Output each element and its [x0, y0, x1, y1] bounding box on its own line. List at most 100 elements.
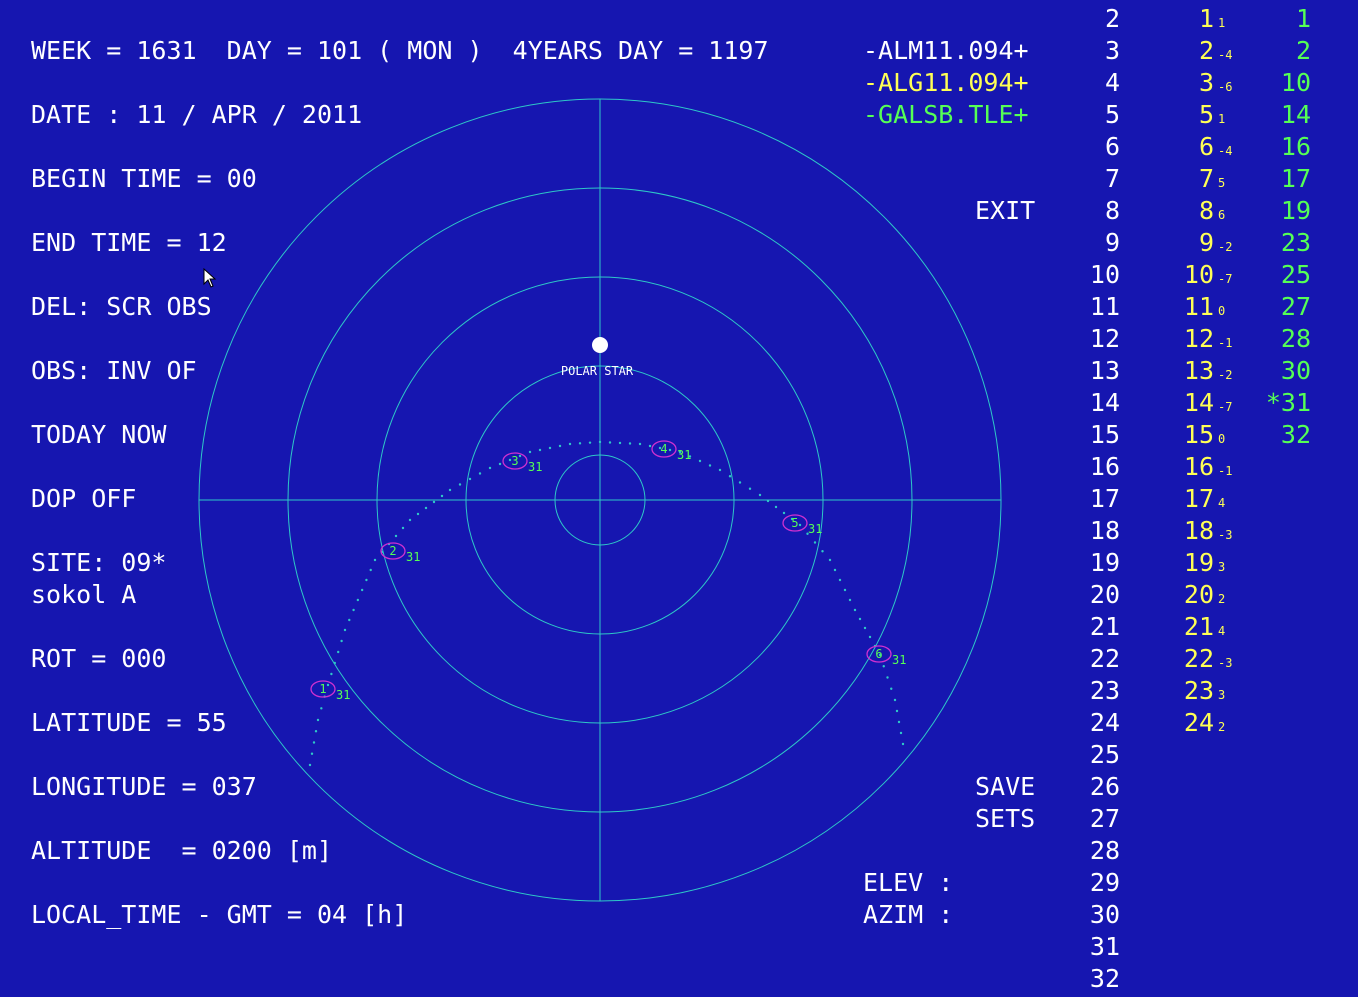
satellite-number: 21 [1183, 612, 1214, 641]
satellite-number-white[interactable]: 16 [1070, 451, 1120, 483]
sets-button[interactable]: SETS [975, 804, 1035, 834]
altitude[interactable]: ALTITUDE = 0200 [m] [31, 836, 332, 866]
satellite-number-white[interactable]: 25 [1070, 739, 1120, 771]
satellite-number-white[interactable]: 9 [1070, 227, 1120, 259]
satellite-number-white[interactable]: 12 [1070, 323, 1120, 355]
satellite-marker[interactable]: 4 31 [651, 440, 691, 462]
algorithm-file[interactable]: -ALG11.094+ [863, 68, 1029, 98]
begin-time[interactable]: BEGIN TIME = 00 [31, 164, 257, 194]
satellite-number-yellow[interactable]: 9 -2 [1170, 227, 1260, 259]
satellite-number-yellow[interactable]: 51 [1170, 99, 1260, 131]
satellite-number: 10 [1183, 260, 1214, 289]
satellite-number-white[interactable]: 3 [1070, 35, 1120, 67]
satellite-number-yellow[interactable]: 17 4 [1170, 483, 1260, 515]
satellite-number-yellow[interactable]: 22 -3 [1170, 643, 1260, 675]
satellite-number-yellow[interactable]: 6 -4 [1170, 131, 1260, 163]
satellite-number-green[interactable]: 19 [1255, 195, 1311, 227]
satellite-number-white[interactable]: 30 [1070, 899, 1120, 931]
satellite-number-white[interactable]: 13 [1070, 355, 1120, 387]
satellite-number-yellow[interactable]: 10 -7 [1170, 259, 1260, 291]
satellite-number-white[interactable]: 21 [1070, 611, 1120, 643]
satellite-number-white[interactable]: 28 [1070, 835, 1120, 867]
del-option[interactable]: DEL: SCR OBS [31, 292, 212, 322]
satellite-number-green[interactable]: 2 [1255, 35, 1311, 67]
galileo-tle-file[interactable]: -GALSB.TLE+ [863, 100, 1029, 130]
satellite-id: 3 [511, 454, 518, 468]
satellite-number-yellow[interactable]: 15 0 [1170, 419, 1260, 451]
end-time[interactable]: END TIME = 12 [31, 228, 227, 258]
satellite-number-green[interactable]: *31 [1255, 387, 1311, 419]
satellite-number-yellow[interactable]: 23 3 [1170, 675, 1260, 707]
today-now-button[interactable]: TODAY NOW [31, 420, 166, 450]
satellite-number-yellow[interactable]: 11 0 [1170, 291, 1260, 323]
satellite-number-yellow[interactable]: 21 4 [1170, 611, 1260, 643]
satellite-number-white[interactable]: 4 [1070, 67, 1120, 99]
satellite-number-white[interactable]: 6 [1070, 131, 1120, 163]
satellite-number-white[interactable]: 24 [1070, 707, 1120, 739]
satellite-number-yellow[interactable]: 3 -6 [1170, 67, 1260, 99]
almanac-file[interactable]: -ALM11.094+ [863, 36, 1029, 66]
satellite-number-white[interactable]: 29 [1070, 867, 1120, 899]
satellite-list-yellow[interactable]: 1 1 2 -4 3 -6 5 1 6 -4 7 5 8 6 9 -2 10 -7 11 0 12 -1 13 -2 14 -7 1… [1170, 3, 1260, 739]
satellite-number-yellow[interactable]: 2 -4 [1170, 35, 1260, 67]
satellite-number-yellow[interactable]: 75 [1170, 163, 1260, 195]
satellite-number-yellow[interactable]: 16 -1 [1170, 451, 1260, 483]
satellite-marker[interactable]: 3 31 [502, 452, 542, 474]
save-button[interactable]: SAVE [975, 772, 1035, 802]
satellite-number-yellow[interactable]: 19 3 [1170, 547, 1260, 579]
satellite-number-green[interactable]: 16 [1255, 131, 1311, 163]
satellite-number-white[interactable]: 5 [1070, 99, 1120, 131]
satellite-marker[interactable]: 1 31 [310, 680, 350, 702]
satellite-number-white[interactable]: 14 [1070, 387, 1120, 419]
satellite-marker[interactable]: 6 31 [866, 645, 906, 667]
satellite-number-green[interactable]: 30 [1255, 355, 1311, 387]
satellite-number-green[interactable]: 23 [1255, 227, 1311, 259]
satellite-number-white[interactable]: 22 [1070, 643, 1120, 675]
satellite-number-white[interactable]: 19 [1070, 547, 1120, 579]
date-line[interactable]: DATE : 11 / APR / 2011 [31, 100, 362, 130]
satellite-number-white[interactable]: 23 [1070, 675, 1120, 707]
satellite-number-white[interactable]: 17 [1070, 483, 1120, 515]
satellite-number-green[interactable]: 1 [1255, 3, 1311, 35]
satellite-number-green[interactable]: 25 [1255, 259, 1311, 291]
local-time-offset[interactable]: LOCAL_TIME - GMT = 04 [h] [31, 900, 407, 930]
satellite-number-yellow[interactable]: 20 2 [1170, 579, 1260, 611]
satellite-number-yellow[interactable]: 12 -1 [1170, 323, 1260, 355]
satellite-number-green[interactable]: 27 [1255, 291, 1311, 323]
satellite-list-white[interactable]: 2 3 4 5 6 7 8 9 10 11 12 13 14 15 16 17 18 19 20 21 22 23 24 25… [1070, 3, 1120, 995]
satellite-number-white[interactable]: 10 [1070, 259, 1120, 291]
satellite-number-green[interactable]: 17 [1255, 163, 1311, 195]
satellite-number-white[interactable]: 15 [1070, 419, 1120, 451]
satellite-number-green[interactable]: 32 [1255, 419, 1311, 451]
satellite-number-white[interactable]: 32 [1070, 963, 1120, 995]
satellite-number-white[interactable]: 20 [1070, 579, 1120, 611]
satellite-number-green[interactable]: 28 [1255, 323, 1311, 355]
satellite-marker[interactable]: 5 31 [782, 514, 822, 536]
satellite-number-white[interactable]: 31 [1070, 931, 1120, 963]
satellite-list-green[interactable]: 1 2 10 14 16 17 19 23 25 27 28 30 *31 32 [1255, 3, 1311, 451]
rotation[interactable]: ROT = 000 [31, 644, 166, 674]
exit-button[interactable]: EXIT [975, 196, 1035, 226]
satellite-number-green[interactable]: 10 [1255, 67, 1311, 99]
satellite-number-white[interactable]: 11 [1070, 291, 1120, 323]
dop-toggle[interactable]: DOP OFF [31, 484, 136, 514]
satellite-number-yellow[interactable]: 14 -7 [1170, 387, 1260, 419]
satellite-number-white[interactable]: 7 [1070, 163, 1120, 195]
site-selector[interactable]: SITE: 09* [31, 548, 166, 578]
satellite-number-white[interactable]: 8 [1070, 195, 1120, 227]
satellite-number-white[interactable]: 27 [1070, 803, 1120, 835]
satellite-number-yellow[interactable]: 18 -3 [1170, 515, 1260, 547]
satellite-number-yellow[interactable]: 13 -2 [1170, 355, 1260, 387]
satellite-number-white[interactable]: 18 [1070, 515, 1120, 547]
latitude[interactable]: LATITUDE = 55 [31, 708, 227, 738]
satellite-number-white[interactable]: 26 [1070, 771, 1120, 803]
satellite-number-yellow[interactable]: 24 2 [1170, 707, 1260, 739]
satellite-number-yellow[interactable]: 11 [1170, 3, 1260, 35]
satellite-marker[interactable]: 2 31 [380, 542, 420, 564]
satellite-number-white[interactable]: 2 [1070, 3, 1120, 35]
satellite-number-green[interactable]: 14 [1255, 99, 1311, 131]
satellite-sub: 31 [528, 460, 542, 474]
satellite-number-yellow[interactable]: 86 [1170, 195, 1260, 227]
longitude[interactable]: LONGITUDE = 037 [31, 772, 257, 802]
obs-option[interactable]: OBS: INV OF [31, 356, 197, 386]
